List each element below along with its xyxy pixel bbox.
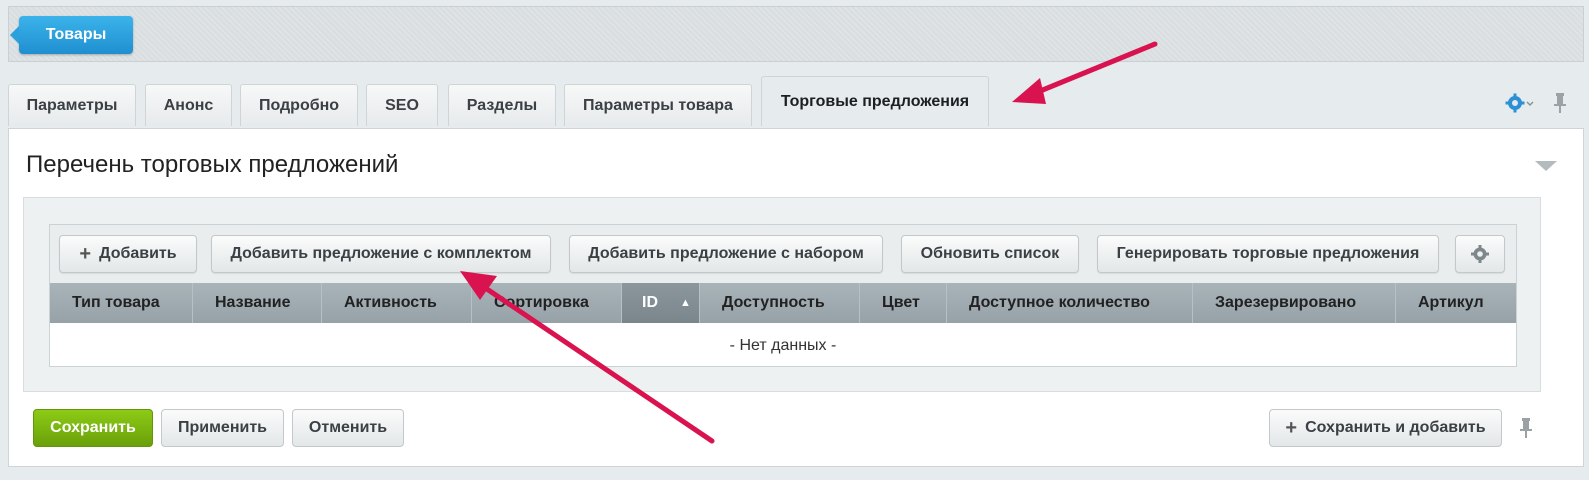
column-label: Цвет xyxy=(882,294,920,311)
add-offer-kit-label: Добавить предложение с комплектом xyxy=(230,245,532,262)
column-available-quantity[interactable]: Доступное количество xyxy=(947,283,1193,323)
tab-params[interactable]: Параметры xyxy=(8,84,136,126)
column-label: Зарезервировано xyxy=(1215,294,1357,311)
column-name[interactable]: Название xyxy=(193,283,322,323)
add-button-label: Добавить xyxy=(99,245,177,262)
tab-label: Анонс xyxy=(163,96,214,114)
apply-button-label: Применить xyxy=(177,419,267,436)
column-availability[interactable]: Доступность xyxy=(700,283,860,323)
apply-button[interactable]: Применить xyxy=(161,409,284,447)
column-active[interactable]: Активность xyxy=(322,283,472,323)
column-label: Тип товара xyxy=(72,294,160,311)
cancel-button-label: Отменить xyxy=(308,419,388,436)
column-sku[interactable]: Артикул xyxy=(1396,283,1516,323)
tab-label: Торговые предложения xyxy=(780,92,970,110)
save-button[interactable]: Сохранить xyxy=(33,409,153,447)
breadcrumb-label: Товары xyxy=(45,26,107,43)
column-label: Название xyxy=(215,294,291,311)
offers-list-area: + Добавить Добавить предложение с компле… xyxy=(23,197,1541,392)
tab-details[interactable]: Подробно xyxy=(240,84,358,126)
column-label: Активность xyxy=(344,294,437,311)
trade-offers-panel: Перечень торговых предложений + Добавить… xyxy=(8,128,1584,467)
save-and-add-label: Сохранить и добавить xyxy=(1305,419,1486,436)
tab-product-params[interactable]: Параметры товара xyxy=(564,84,752,126)
grid-settings-button[interactable] xyxy=(1455,235,1505,273)
add-offer-set-label: Добавить предложение с набором xyxy=(588,245,864,262)
cancel-button[interactable]: Отменить xyxy=(292,409,404,447)
chevron-down-icon[interactable] xyxy=(1535,161,1557,171)
column-label: Доступное количество xyxy=(969,294,1150,311)
top-bar: Товары xyxy=(8,6,1584,62)
tab-announce[interactable]: Анонс xyxy=(145,84,232,126)
column-color[interactable]: Цвет xyxy=(860,283,947,323)
add-offer-kit-button[interactable]: Добавить предложение с комплектом xyxy=(211,235,551,273)
grid-toolbar: + Добавить Добавить предложение с компле… xyxy=(50,225,1516,283)
column-id[interactable]: ID ▲ xyxy=(622,283,700,323)
panel-title: Перечень торговых предложений xyxy=(26,151,399,178)
column-label: Доступность xyxy=(722,294,825,311)
tab-label: Параметры xyxy=(26,96,118,114)
save-button-label: Сохранить xyxy=(50,419,136,436)
tab-label: SEO xyxy=(385,96,419,114)
tab-tools xyxy=(1505,92,1567,119)
tab-trade-offers[interactable]: Торговые предложения xyxy=(761,76,989,126)
generate-offers-button[interactable]: Генерировать торговые предложения xyxy=(1097,235,1439,273)
tab-sections[interactable]: Разделы xyxy=(448,84,556,126)
column-sort[interactable]: Сортировка xyxy=(472,283,622,323)
sort-asc-icon: ▲ xyxy=(680,297,691,309)
generate-offers-label: Генерировать торговые предложения xyxy=(1116,245,1420,262)
breadcrumb-button[interactable]: Товары xyxy=(10,16,133,54)
tab-label: Параметры товара xyxy=(583,96,733,114)
offers-grid: + Добавить Добавить предложение с компле… xyxy=(49,224,1517,367)
empty-state: - Нет данных - xyxy=(729,336,837,354)
pin-icon[interactable] xyxy=(1553,92,1567,119)
refresh-list-button[interactable]: Обновить список xyxy=(901,235,1079,273)
add-button[interactable]: + Добавить xyxy=(59,235,197,273)
column-label: ID xyxy=(642,294,658,311)
tab-seo[interactable]: SEO xyxy=(366,84,438,126)
gear-icon xyxy=(1471,245,1489,263)
tab-label: Разделы xyxy=(466,96,538,114)
add-offer-set-button[interactable]: Добавить предложение с набором xyxy=(569,235,883,273)
gear-icon[interactable] xyxy=(1505,93,1535,118)
plus-icon: + xyxy=(1285,417,1298,439)
grid-header: Тип товара Название Активность Сортировк… xyxy=(50,283,1516,323)
refresh-list-label: Обновить список xyxy=(920,245,1060,262)
column-label: Артикул xyxy=(1418,294,1484,311)
pin-icon[interactable] xyxy=(1519,417,1533,444)
column-reserved[interactable]: Зарезервировано xyxy=(1193,283,1396,323)
tab-label: Подробно xyxy=(258,96,340,114)
column-product-type[interactable]: Тип товара xyxy=(50,283,193,323)
save-and-add-button[interactable]: + Сохранить и добавить xyxy=(1269,409,1502,447)
column-label: Сортировка xyxy=(494,294,589,311)
plus-icon: + xyxy=(79,243,92,265)
